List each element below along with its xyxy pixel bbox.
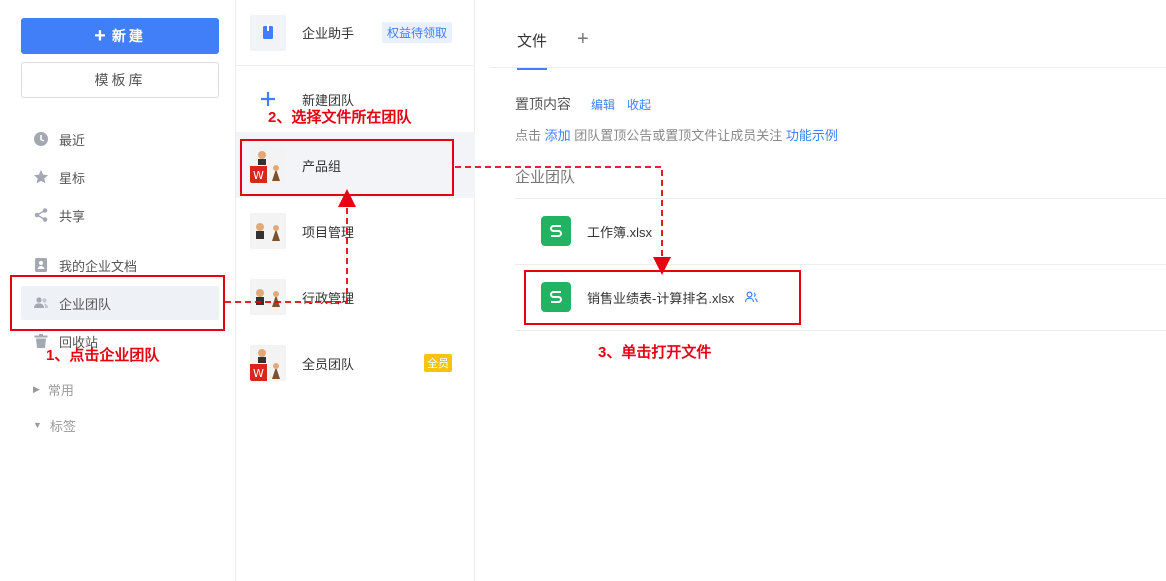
new-button[interactable]: + 新建 — [21, 18, 219, 54]
nav-item-label: 共享 — [59, 208, 86, 224]
spreadsheet-icon — [541, 216, 571, 246]
team-item-project[interactable]: 项目管理 — [236, 198, 475, 264]
pinned-edit-link[interactable]: 编辑 — [591, 96, 615, 113]
star-icon — [33, 169, 49, 185]
team-name: 全员团队 — [302, 356, 355, 372]
all-members-badge: 全员 — [424, 354, 452, 372]
team-name: 企业助手 — [302, 26, 355, 41]
benefit-badge[interactable]: 权益待领取 — [382, 22, 453, 43]
team-avatar — [250, 279, 286, 315]
document-icon — [33, 257, 49, 273]
team-item-all[interactable]: W 全员团队 全员 — [236, 330, 475, 396]
nav-item-label: 我的企业文档 — [59, 258, 138, 274]
annotation-box-product-team — [240, 139, 454, 196]
template-library-button[interactable]: 模板库 — [21, 62, 219, 98]
nav-item-recent[interactable]: 最近 — [21, 122, 219, 156]
new-button-label: 新建 — [111, 28, 146, 44]
nav-item-shared[interactable]: 共享 — [21, 198, 219, 232]
pinned-desc-middle: 团队置顶公告或置顶文件让成员关注 — [574, 128, 783, 143]
svg-text:W: W — [253, 367, 264, 380]
share-icon — [33, 207, 49, 223]
group-label: 标签 — [49, 418, 76, 434]
pinned-description: 点击 添加 团队置顶公告或置顶文件让成员关注 功能示例 — [515, 125, 838, 144]
nav-item-label: 最近 — [59, 132, 86, 148]
file-name: 工作簿.xlsx — [587, 224, 653, 240]
annotation-step1: 1、点击企业团队 — [46, 347, 160, 364]
pinned-desc-prefix: 点击 — [515, 128, 542, 143]
annotation-step2: 2、选择文件所在团队 — [268, 109, 412, 126]
section-title: 企业团队 — [515, 169, 576, 186]
pinned-title: 置顶内容 — [515, 96, 571, 112]
tab-file[interactable]: 文件 — [517, 30, 548, 70]
pinned-collapse-link[interactable]: 收起 — [627, 96, 651, 113]
team-avatar — [250, 213, 286, 249]
team-list: 企业助手 权益待领取 新建团队 W 产品组 项目管理 行政管理 W 全员团队 全… — [236, 0, 475, 581]
group-label: 常用 — [47, 382, 74, 398]
annotation-box-sales-file — [524, 270, 801, 325]
add-tab-icon[interactable]: + — [577, 28, 589, 51]
feature-example-link[interactable]: 功能示例 — [786, 128, 838, 143]
team-name: 项目管理 — [302, 224, 355, 240]
plus-icon: + — [94, 25, 106, 47]
team-avatar: W — [250, 345, 286, 381]
nav-item-starred[interactable]: 星标 — [21, 160, 219, 194]
annotation-box-enterprise-team — [10, 275, 225, 331]
file-row-workbook[interactable]: 工作簿.xlsx — [515, 198, 1166, 264]
team-name: 行政管理 — [302, 290, 355, 306]
pinned-add-link[interactable]: 添加 — [545, 128, 571, 143]
nav-item-label: 星标 — [59, 170, 86, 186]
clock-icon — [33, 131, 49, 147]
group-common[interactable]: ▶ 常用 — [21, 377, 74, 401]
team-item-assistant[interactable]: 企业助手 权益待领取 — [236, 0, 475, 66]
caret-down-icon: ▼ — [33, 420, 42, 430]
assistant-avatar — [250, 14, 286, 51]
team-item-admin[interactable]: 行政管理 — [236, 264, 475, 330]
caret-right-icon: ▶ — [33, 383, 40, 394]
group-tags[interactable]: ▼ 标签 — [21, 413, 76, 437]
annotation-step3: 3、单击打开文件 — [598, 344, 712, 361]
divider — [515, 330, 1166, 331]
tab-bar: 文件 + — [490, 0, 1166, 70]
